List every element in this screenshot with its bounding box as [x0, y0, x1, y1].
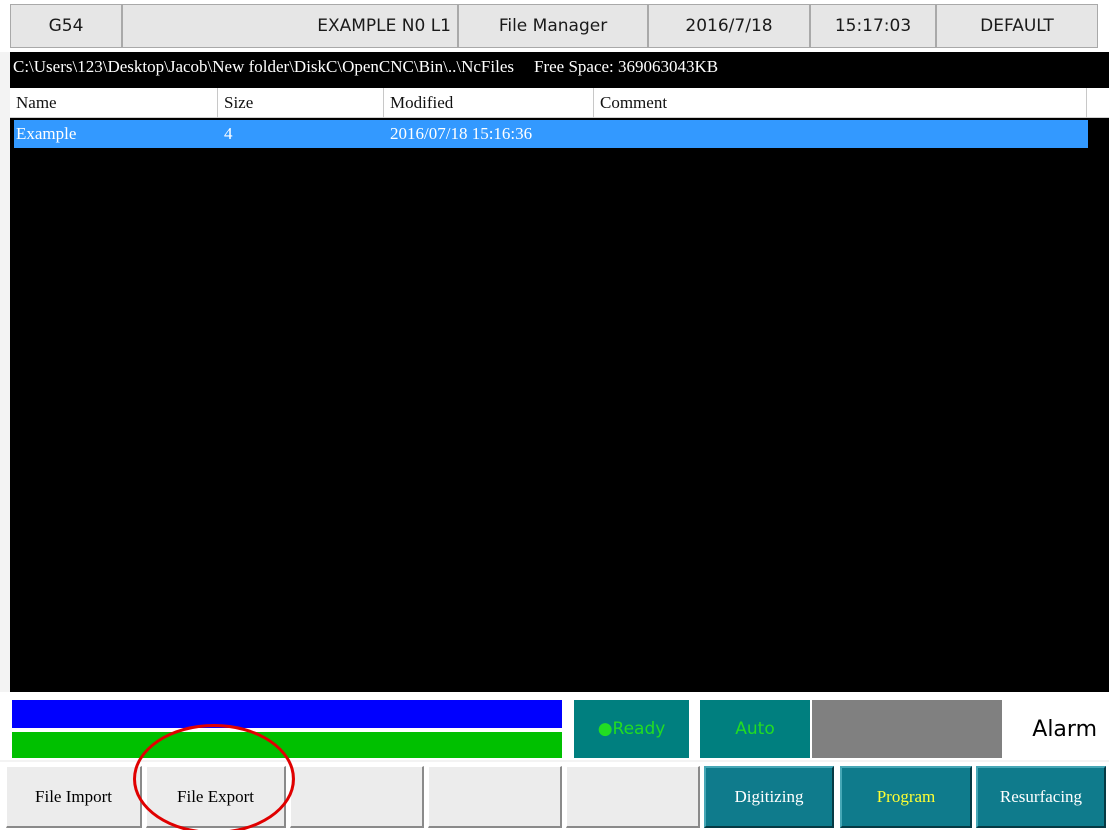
resurfacing-button[interactable]: Resurfacing [976, 766, 1106, 828]
machine-status-panel: ●Ready Auto Alarm [0, 692, 1109, 760]
softkey-bar: File Import File Export Digitizing Progr… [0, 762, 1109, 830]
free-space: Free Space: 369063043KB [534, 57, 719, 76]
column-header-size[interactable]: Size [218, 88, 384, 118]
work-offset-display: G54 [10, 4, 122, 48]
softkey-blank-2[interactable] [428, 766, 562, 828]
softkey-blank-3[interactable] [566, 766, 700, 828]
time-display: 15:17:03 [810, 4, 936, 48]
file-list-header: Name Size Modified Comment [10, 88, 1109, 118]
file-import-button[interactable]: File Import [6, 766, 142, 828]
file-modified: 2016/07/18 15:16:36 [390, 124, 533, 143]
program-name-display: EXAMPLE N0 L1 [122, 4, 458, 48]
file-name: Example [16, 124, 77, 143]
ready-indicator: ●Ready [574, 700, 689, 758]
current-path: C:\Users\123\Desktop\Jacob\New folder\Di… [13, 57, 514, 76]
program-button[interactable]: Program [840, 766, 972, 828]
file-size: 4 [224, 124, 233, 143]
file-export-button[interactable]: File Export [146, 766, 286, 828]
status-bar-blue [12, 700, 562, 728]
screen-title: File Manager [458, 4, 648, 48]
date-display: 2016/7/18 [648, 4, 810, 48]
mode-indicator: Auto [700, 700, 810, 758]
softkey-blank-1[interactable] [290, 766, 424, 828]
top-status-bar: G54 EXAMPLE N0 L1 File Manager 2016/7/18… [0, 0, 1109, 52]
file-row-selected[interactable]: Example 4 2016/07/18 15:16:36 [14, 120, 1088, 148]
digitizing-button[interactable]: Digitizing [704, 766, 834, 828]
status-blank-indicator [812, 700, 1002, 758]
column-header-name[interactable]: Name [10, 88, 218, 118]
column-header-modified[interactable]: Modified [384, 88, 594, 118]
status-bar-green [12, 732, 562, 758]
path-bar: C:\Users\123\Desktop\Jacob\New folder\Di… [10, 52, 1109, 82]
file-list[interactable]: Name Size Modified Comment Example 4 201… [10, 82, 1109, 692]
alarm-indicator: Alarm [1008, 700, 1109, 758]
profile-display: DEFAULT [936, 4, 1098, 48]
column-header-comment[interactable]: Comment [594, 88, 1087, 118]
